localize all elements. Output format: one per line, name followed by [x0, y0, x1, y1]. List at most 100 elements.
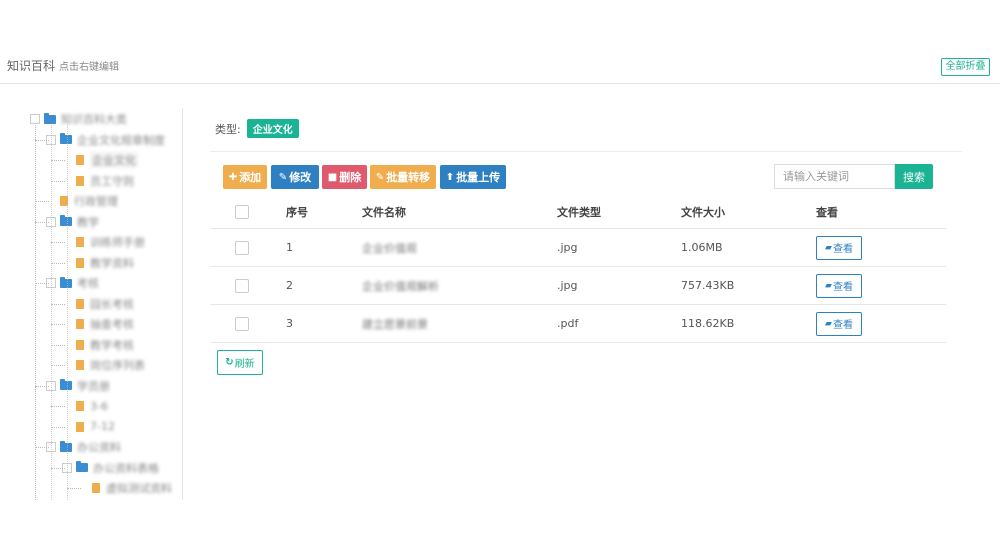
tree-node-label: 行政管理: [74, 195, 118, 208]
search-input[interactable]: [774, 164, 895, 189]
view-button[interactable]: ▰ 查看: [816, 311, 862, 336]
row-file-size: 757.43KB: [681, 279, 735, 292]
tree-node-label: 3-6: [90, 399, 108, 413]
view-button[interactable]: ▰ 查看: [816, 235, 862, 260]
category-tree: 知识百科大类企业文化规章制度企业文化员工守则行政管理教学训练师手册教学资料考核园…: [25, 108, 183, 500]
tree-connector: [51, 160, 65, 161]
refresh-button[interactable]: ↻ 刷新: [217, 350, 263, 375]
tree-connector: [51, 467, 65, 469]
tree-node[interactable]: 考核: [46, 275, 99, 291]
tree-node[interactable]: 抽查考核: [62, 316, 134, 332]
tree-node[interactable]: 教学资料: [62, 255, 134, 271]
tree-connector: [51, 242, 65, 243]
tree-connector: [35, 221, 49, 223]
file-icon: [76, 360, 84, 370]
select-all-checkbox[interactable]: [235, 204, 249, 219]
tree-node[interactable]: 学员册: [46, 378, 110, 394]
row-checkbox-cell: [235, 305, 249, 342]
folder-icon: [60, 440, 72, 452]
delete-button[interactable]: ■ 删除: [322, 165, 367, 189]
row-checkbox[interactable]: [235, 240, 249, 255]
folder-icon: [60, 379, 72, 390]
add-button[interactable]: ✚ 添加: [223, 165, 267, 189]
tree-connector: [51, 426, 65, 428]
header-name: 文件名称: [362, 205, 406, 219]
tree-node-label: 7-12: [90, 420, 115, 433]
batch-move-button-label: 批量转移: [386, 171, 431, 184]
row-checkbox-cell: [235, 267, 249, 304]
edit-icon: ✎: [278, 171, 288, 183]
row-file-type: .jpg: [557, 279, 578, 292]
row-checkbox[interactable]: [235, 278, 249, 293]
type-filter: 类型: 企业文化: [215, 119, 299, 138]
tree-node[interactable]: 教学考核: [62, 337, 134, 353]
tree-node[interactable]: 员工守则: [62, 173, 134, 189]
row-file-type: .pdf: [557, 317, 579, 330]
refresh-icon: ↻: [225, 357, 234, 368]
tree-node-label: 训练师手册: [90, 236, 145, 249]
view-button[interactable]: ▰ 查看: [816, 273, 862, 298]
tree-node-label: 岗位序列表: [90, 359, 145, 372]
row-file-name: 企业价值观解析: [362, 279, 439, 293]
header-view: 查看: [816, 205, 838, 219]
batch-move-button[interactable]: ✎ 批量转移: [370, 165, 436, 189]
file-icon: [76, 421, 84, 432]
tree-connector: [51, 303, 65, 305]
tree-connector: [35, 139, 49, 141]
tree-node[interactable]: 3-6: [62, 398, 108, 414]
tree-node[interactable]: 企业文化: [62, 152, 138, 168]
tree-node[interactable]: 办公资料: [46, 439, 121, 455]
row-checkbox[interactable]: [235, 316, 249, 331]
row-file-size: 118.62KB: [681, 317, 735, 330]
tree-node[interactable]: 教学: [46, 214, 99, 230]
edit-hint: 点击右键编辑: [59, 62, 120, 73]
batch-upload-button[interactable]: ⬆ 批量上传: [440, 165, 506, 189]
tree-node[interactable]: 园长考核: [62, 296, 134, 312]
tree-connector: [67, 488, 81, 489]
expand-toggle-icon[interactable]: [30, 114, 40, 124]
tree-node-label: 虚拟测试资料: [106, 482, 172, 495]
edit-button[interactable]: ✎ 修改: [271, 165, 319, 189]
search-button[interactable]: 搜索: [895, 164, 933, 189]
view-button-label: 查看: [832, 282, 853, 293]
tree-node-label: 学员册: [77, 379, 110, 393]
row-file-type: .jpg: [557, 241, 578, 254]
file-icon: [76, 298, 84, 309]
file-icon: [76, 175, 84, 186]
tree-connector: [51, 344, 65, 346]
tree-node[interactable]: 知识百科大类: [30, 111, 127, 127]
page-title-text: 知识百科: [7, 59, 56, 73]
refresh-button-label: 刷新: [234, 359, 255, 370]
folder-icon: [44, 112, 56, 124]
folder-icon: [60, 133, 72, 144]
row-index: 3: [286, 317, 293, 330]
table-row: 2 企业价值观解析 .jpg 757.43KB ▰ 查看: [210, 267, 946, 305]
plus-icon: ✚: [228, 171, 238, 183]
tree-connector: [51, 365, 65, 366]
tree-node[interactable]: 办公资料表格: [62, 460, 159, 476]
book-icon: ▰: [825, 280, 832, 291]
add-button-label: 添加: [239, 171, 262, 184]
folder-icon: [76, 461, 88, 472]
row-checkbox-cell: [235, 229, 249, 266]
collapse-all-button[interactable]: 全部折叠: [941, 58, 990, 76]
tree-node[interactable]: 企业文化规章制度: [46, 132, 165, 148]
row-file-name: 企业价值观: [362, 241, 417, 255]
tree-node-label: 企业文化规章制度: [77, 133, 165, 147]
row-file-size: 1.06MB: [681, 241, 723, 254]
tree-connector: [35, 447, 49, 448]
tree-node[interactable]: 虚拟测试资料: [78, 480, 172, 496]
tree-node[interactable]: 行政管理: [46, 193, 118, 209]
book-icon: ▰: [825, 242, 832, 253]
tree-node-label: 员工守则: [90, 174, 134, 188]
tree-node-label: 园长考核: [90, 297, 134, 311]
type-label: 类型:: [215, 122, 241, 136]
edit-button-label: 修改: [289, 171, 312, 184]
header-type: 文件类型: [557, 205, 601, 219]
trash-icon: ■: [327, 171, 338, 183]
tree-node[interactable]: 7-12: [62, 419, 115, 435]
tree-node[interactable]: 训练师手册: [62, 234, 145, 250]
tree-connector: [51, 262, 65, 264]
row-view-cell: ▰ 查看: [816, 229, 862, 266]
tree-node[interactable]: 岗位序列表: [62, 357, 145, 373]
